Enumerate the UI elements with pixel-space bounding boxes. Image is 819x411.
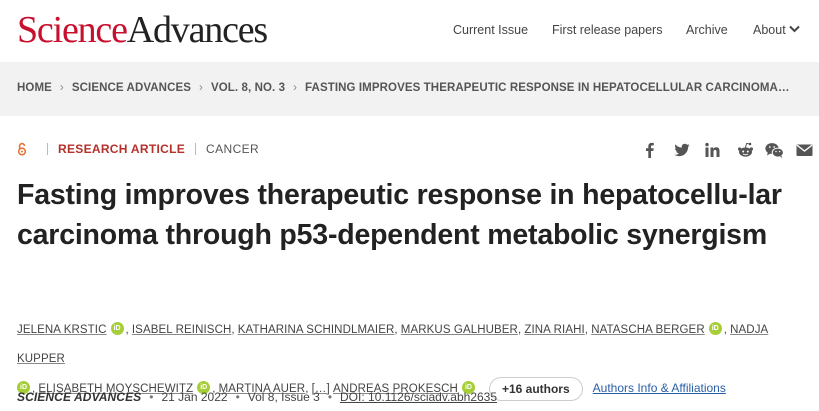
doi-link[interactable]: DOI: 10.1126/sciadv.abh2635 [340, 390, 497, 404]
reddit-icon[interactable] [737, 142, 754, 158]
meta-divider [47, 142, 48, 155]
site-header: ScienceAdvances Current Issue First rele… [0, 0, 819, 62]
meta-divider [195, 142, 197, 155]
author-link[interactable]: Isabel Reinisch [132, 324, 232, 336]
citation-separator: • [235, 390, 240, 404]
science-advances-logo[interactable]: ScienceAdvances [17, 9, 268, 51]
citation-separator: • [327, 390, 333, 404]
nav-about[interactable]: About [753, 23, 800, 37]
breadcrumb: HOME › SCIENCE ADVANCES › VOL. 8, NO. 3 › FAST… [17, 82, 790, 94]
author-link[interactable]: Zina Riahi [524, 324, 584, 336]
breadcrumb-science-advances[interactable]: SCIENCE ADVANCES [72, 82, 191, 94]
article-meta-row: RESEARCH ARTICLE CANCER [17, 142, 259, 158]
nav-current-issue[interactable]: Current Issue [453, 23, 528, 37]
wechat-icon[interactable] [765, 142, 784, 158]
breadcrumb-home[interactable]: HOME [17, 82, 52, 94]
chevron-down-icon [788, 25, 800, 33]
orcid-icon[interactable]: iD [708, 322, 722, 336]
logo-advances: Advances [126, 9, 268, 51]
open-access-icon [17, 142, 27, 156]
breadcrumb-volume[interactable]: VOL. 8, NO. 3 [211, 82, 285, 94]
breadcrumb-separator: › [59, 82, 64, 94]
breadcrumb-separator: › [293, 82, 298, 94]
author-link[interactable]: Markus Galhuber [401, 324, 518, 336]
authors-info-affiliations-link[interactable]: Authors Info & Affiliations [593, 381, 726, 395]
facebook-icon[interactable] [643, 142, 657, 158]
author-link[interactable]: Katharina Schindlmaier [238, 324, 395, 336]
author-link[interactable]: Natascha Berger [591, 324, 705, 336]
breadcrumb-current-article: FASTING IMPROVES THERAPEUTIC RESPONSE IN… [305, 82, 790, 94]
orcid-icon[interactable]: iD [110, 322, 124, 336]
volume-issue: Vol 8, Issue 3 [247, 390, 320, 404]
citation-line: SCIENCE ADVANCES • 21 Jan 2022 • Vol 8, Issu… [17, 390, 497, 404]
article-title: Fasting improves therapeutic response in… [17, 179, 782, 251]
logo-science: Science [17, 9, 128, 51]
author-link[interactable]: Jelena Krstic [17, 324, 107, 336]
nav-archive[interactable]: Archive [686, 23, 728, 37]
article-subject[interactable]: CANCER [206, 142, 259, 156]
publication-date: 21 Jan 2022 [161, 390, 228, 404]
more-authors-button[interactable]: +16 authors [488, 376, 583, 401]
nav-about-label: About [753, 23, 786, 37]
linkedin-icon[interactable] [705, 142, 720, 158]
email-icon[interactable] [796, 142, 813, 158]
twitter-icon[interactable] [674, 142, 690, 158]
breadcrumb-separator: › [199, 82, 203, 94]
journal-name: SCIENCE ADVANCES [17, 390, 142, 404]
citation-separator: • [149, 390, 154, 404]
article-type: RESEARCH ARTICLE [58, 142, 186, 156]
nav-first-release-papers[interactable]: First release papers [552, 23, 662, 37]
breadcrumb-bar: HOME › SCIENCE ADVANCES › VOL. 8, NO. 3 › FAST… [0, 62, 819, 116]
